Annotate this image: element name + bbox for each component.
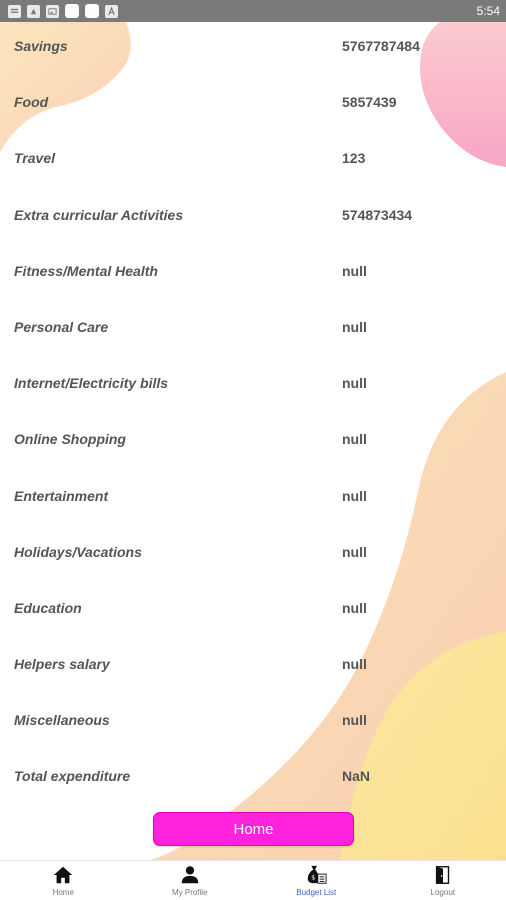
category-value: 5767787484 bbox=[342, 38, 420, 54]
total-row: Total expenditure NaN bbox=[0, 752, 506, 808]
nav-item-home[interactable]: Home bbox=[0, 861, 127, 900]
nav-item-my-profile[interactable]: My Profile bbox=[127, 861, 254, 900]
message-icon bbox=[8, 4, 21, 18]
notification-icons bbox=[8, 4, 118, 18]
category-value: null bbox=[342, 318, 367, 335]
nav-item-budget-list[interactable]: $ Budget List bbox=[253, 861, 380, 900]
category-value: null bbox=[342, 375, 367, 392]
category-label: Extra curricular Activities bbox=[14, 206, 184, 223]
category-value: 5857439 bbox=[342, 94, 397, 111]
category-label: Travel bbox=[14, 150, 55, 167]
budget-row: Fitness/Mental Health null bbox=[0, 247, 506, 303]
home-button[interactable]: Home bbox=[153, 812, 354, 846]
category-label: Entertainment bbox=[14, 487, 109, 504]
status-bar: 5:54 bbox=[0, 0, 506, 22]
nav-label: My Profile bbox=[171, 888, 208, 897]
budget-row: Personal Care null bbox=[0, 303, 506, 359]
font-app-icon bbox=[105, 4, 118, 18]
total-value: NaN bbox=[342, 768, 371, 785]
budget-row: Entertainment null bbox=[0, 472, 506, 528]
square-notification-icon bbox=[65, 4, 79, 18]
home-icon bbox=[54, 866, 73, 884]
budget-row: Food 5857439 bbox=[0, 78, 506, 134]
app-icon bbox=[27, 4, 40, 18]
budget-row: Helpers salary null bbox=[0, 640, 506, 696]
budget-list: Savings 5767787484 Food 5857439 Travel 1… bbox=[0, 22, 506, 809]
logout-door-icon bbox=[435, 866, 449, 884]
budget-row: Miscellaneous null bbox=[0, 696, 506, 752]
category-label: Internet/Electricity bills bbox=[14, 375, 169, 392]
category-label: Food bbox=[14, 94, 49, 111]
budget-row: Savings 5767787484 bbox=[0, 22, 506, 78]
budget-row: Education null bbox=[0, 584, 506, 640]
svg-text:$: $ bbox=[311, 874, 315, 882]
square-notification-icon bbox=[85, 4, 99, 18]
category-value: null bbox=[342, 431, 367, 448]
budget-row: Online Shopping null bbox=[0, 415, 506, 471]
person-icon bbox=[181, 866, 198, 884]
category-label: Education bbox=[14, 599, 82, 616]
category-value: null bbox=[342, 599, 367, 616]
category-value: null bbox=[342, 543, 367, 560]
bottom-navigation: Home My Profile $ Budget List Logout bbox=[0, 860, 506, 900]
category-value: 574873434 bbox=[342, 206, 413, 223]
category-label: Miscellaneous bbox=[14, 712, 110, 729]
budget-row: Extra curricular Activities 574873434 bbox=[0, 191, 506, 247]
category-value: null bbox=[342, 262, 367, 279]
category-label: Fitness/Mental Health bbox=[14, 262, 158, 279]
money-bag-icon: $ bbox=[308, 865, 327, 884]
nav-item-logout[interactable]: Logout bbox=[380, 861, 506, 900]
category-label: Savings bbox=[14, 38, 68, 54]
category-label: Helpers salary bbox=[14, 656, 110, 673]
category-label: Holidays/Vacations bbox=[14, 543, 142, 560]
category-value: null bbox=[342, 656, 367, 673]
category-label: Personal Care bbox=[14, 318, 109, 335]
category-value: 123 bbox=[342, 150, 366, 167]
category-value: null bbox=[342, 487, 367, 504]
nav-label: Budget List bbox=[296, 888, 337, 897]
image-icon bbox=[46, 4, 59, 18]
category-label: Online Shopping bbox=[14, 431, 126, 448]
budget-row: Internet/Electricity bills null bbox=[0, 359, 506, 415]
nav-label: Logout bbox=[430, 888, 455, 897]
nav-label: Home bbox=[52, 888, 74, 897]
budget-row: Holidays/Vacations null bbox=[0, 528, 506, 584]
total-label: Total expenditure bbox=[14, 768, 131, 785]
budget-row: Travel 123 bbox=[0, 134, 506, 190]
category-value: null bbox=[342, 712, 367, 729]
clock: 5:54 bbox=[476, 4, 500, 18]
